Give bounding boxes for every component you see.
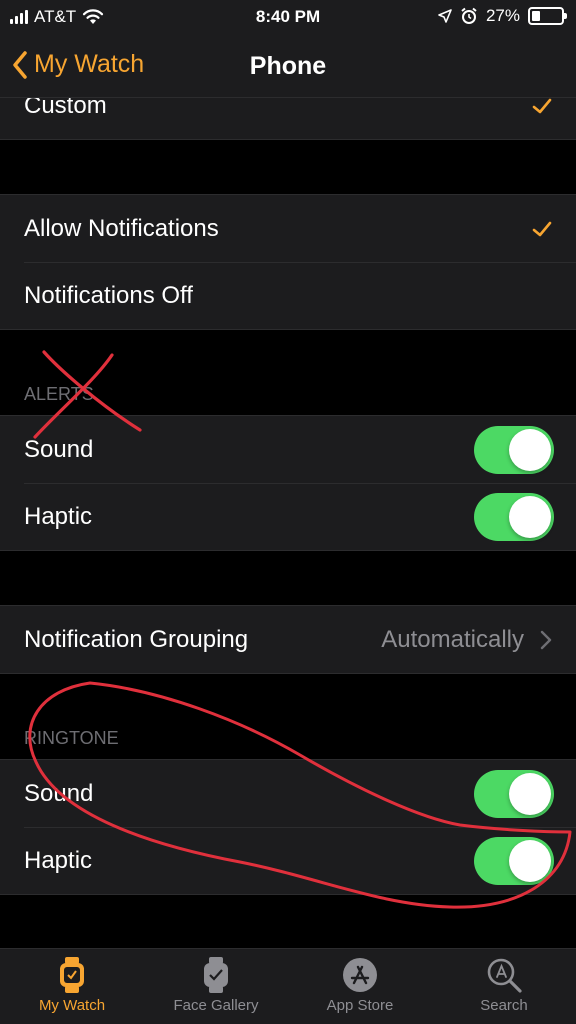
alerts-sound-toggle[interactable] [474, 425, 554, 474]
checkmark-icon [532, 221, 552, 236]
status-bar: AT&T 8:40 PM 27% [0, 0, 576, 34]
tab-search[interactable]: Search [432, 949, 576, 1024]
allow-notifications-label: Allow Notifications [24, 214, 219, 242]
ringtone-haptic-toggle[interactable] [474, 836, 554, 885]
grouping-group: Notification Grouping Automatically [0, 605, 576, 674]
notifications-group: Allow Notifications Notifications Off [0, 194, 576, 330]
custom-group: Custom [0, 98, 576, 140]
alerts-haptic-row: Haptic [0, 483, 576, 550]
notification-grouping-value: Automatically [381, 625, 524, 653]
status-right: 27% [438, 6, 567, 26]
chevron-right-icon [540, 630, 552, 649]
notification-grouping-row[interactable]: Notification Grouping Automatically [0, 606, 576, 673]
page-title: Phone [249, 52, 327, 80]
alerts-haptic-label: Haptic [24, 502, 93, 530]
battery-icon [528, 7, 567, 25]
tab-label: Face Gallery [173, 997, 259, 1014]
notification-grouping-detail: Automatically [381, 626, 552, 654]
face-gallery-icon [196, 955, 236, 995]
alerts-group: Sound Haptic [0, 415, 576, 551]
ringtone-haptic-label: Haptic [24, 846, 93, 874]
notification-grouping-label: Notification Grouping [24, 625, 249, 653]
nav-bar: My Watch Phone [0, 34, 576, 98]
notifications-off-label: Notifications Off [24, 281, 193, 309]
tab-face-gallery[interactable]: Face Gallery [144, 949, 288, 1024]
ringtone-haptic-row: Haptic [0, 827, 576, 894]
ringtone-group: Sound Haptic [0, 759, 576, 895]
ringtone-section-header: RINGTONE [24, 728, 119, 748]
tab-label: Search [480, 997, 528, 1014]
search-icon [484, 955, 524, 995]
app-store-icon [340, 955, 380, 995]
tab-label: My Watch [38, 997, 106, 1014]
ringtone-sound-row: Sound [0, 760, 576, 827]
watch-icon [52, 955, 92, 995]
tab-bar: My Watch Face Gallery App Store Search [0, 948, 576, 1024]
checkmark-icon [532, 98, 552, 113]
alerts-sound-label: Sound [24, 435, 94, 463]
custom-label: Custom [24, 98, 107, 119]
tab-label: App Store [326, 997, 394, 1014]
alerts-sound-row: Sound [0, 416, 576, 483]
ringtone-sound-label: Sound [24, 779, 94, 807]
custom-row[interactable]: Custom [0, 98, 576, 139]
tab-my-watch[interactable]: My Watch [0, 949, 144, 1024]
location-icon [438, 9, 452, 23]
battery-percent: 27% [485, 6, 520, 25]
notifications-off-row[interactable]: Notifications Off [0, 262, 576, 329]
tab-app-store[interactable]: App Store [288, 949, 432, 1024]
alarm-icon [461, 7, 477, 24]
alerts-haptic-toggle[interactable] [474, 492, 554, 541]
allow-notifications-row[interactable]: Allow Notifications [0, 195, 576, 262]
alerts-section-header: ALERTS [24, 384, 94, 404]
ringtone-sound-toggle[interactable] [474, 769, 554, 818]
settings-list[interactable]: Custom Allow Notifications Notifications… [0, 98, 576, 948]
